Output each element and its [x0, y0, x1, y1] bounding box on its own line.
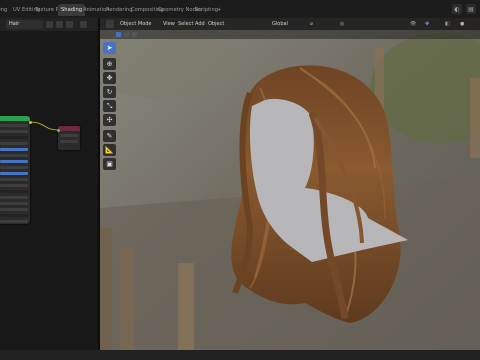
move-icon[interactable]: ✥ [103, 72, 116, 84]
viewport-subheader [100, 30, 480, 39]
snapping-icon[interactable]: ⌀ [310, 18, 313, 30]
transform-orientation-dropdown[interactable]: Global [272, 18, 288, 30]
visibility-icon[interactable]: 👁 [410, 18, 416, 30]
proportional-edit-icon[interactable]: ◎ [340, 18, 344, 30]
object-mode-dropdown[interactable]: Object Mode [120, 18, 152, 30]
tab-sculpting[interactable]: Sculpting [0, 4, 10, 16]
transform-icon[interactable]: ✣ [103, 114, 116, 126]
workspace-tabs-bar: SculptingUV EditingTexture PaintShadingA… [0, 0, 480, 19]
header-right-tools: ◐ ▤ [452, 4, 476, 15]
view-layer-icon[interactable]: ▤ [466, 4, 476, 14]
output-socket[interactable] [29, 121, 32, 124]
editor-type-icon[interactable] [106, 20, 114, 28]
scale-icon[interactable]: ⤡ [103, 100, 116, 112]
menu-object[interactable]: Object [208, 18, 224, 30]
add-cube-icon[interactable]: ▣ [103, 158, 116, 170]
menu-view[interactable]: View [163, 18, 175, 30]
shading-mode-icon[interactable]: ● [460, 18, 464, 30]
gizmo-icon[interactable]: ✥ [425, 18, 429, 30]
annotate-icon[interactable]: ✎ [103, 130, 116, 142]
cursor-icon[interactable]: ⊕ [103, 58, 116, 70]
principled-hair-node[interactable] [0, 116, 30, 224]
tab--[interactable]: + [214, 4, 224, 16]
material-output-node[interactable] [57, 126, 80, 150]
viewport-header: Object Mode View Select Add Object Globa… [100, 18, 480, 30]
select-cursor-icon[interactable]: ➤ [103, 42, 116, 54]
status-bar [0, 350, 480, 360]
viewport-render [100, 18, 480, 360]
select-mode-icon[interactable] [116, 32, 121, 37]
select-subtract-icon[interactable] [132, 32, 137, 37]
xray-icon[interactable]: ◧ [445, 18, 450, 30]
menu-add[interactable]: Add [195, 18, 205, 30]
menu-select[interactable]: Select [178, 18, 193, 30]
scene-icon[interactable]: ◐ [452, 4, 462, 14]
tool-shelf: ➤ ⊕ ✥ ↻ ⤡ ✣ ✎ 📐 ▣ [103, 42, 116, 172]
3d-viewport[interactable]: Object Mode View Select Add Object Globa… [100, 18, 480, 360]
select-extend-icon[interactable] [124, 32, 129, 37]
measure-icon[interactable]: 📐 [103, 144, 116, 156]
rotate-icon[interactable]: ↻ [103, 86, 116, 98]
shader-node-editor[interactable]: Hair [0, 18, 100, 360]
